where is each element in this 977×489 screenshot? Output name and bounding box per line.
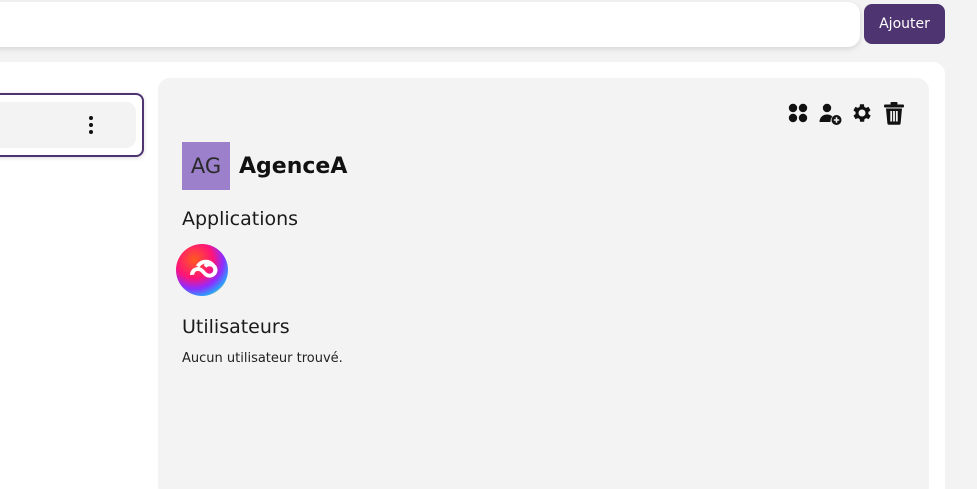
- apps-grid-icon[interactable]: [786, 101, 810, 125]
- agency-title: AgenceA: [239, 153, 348, 179]
- agency-header: AG AgenceA: [182, 142, 347, 190]
- users-empty-message: Aucun utilisateur trouvé.: [182, 351, 343, 366]
- add-button[interactable]: Ajouter: [864, 4, 945, 44]
- more-vertical-icon[interactable]: [83, 112, 99, 138]
- creative-cloud-icon[interactable]: [176, 244, 228, 296]
- search-input[interactable]: [0, 2, 860, 47]
- agency-detail-card: AG AgenceA Applications Utilisateurs Auc…: [158, 78, 929, 489]
- avatar: AG: [182, 142, 230, 190]
- detail-toolbar: [786, 101, 906, 125]
- applications-heading: Applications: [182, 208, 299, 230]
- agency-list-item[interactable]: [0, 93, 144, 157]
- page: Ajouter AG AgenceA Applications Utilisat…: [0, 0, 977, 489]
- trash-icon[interactable]: [882, 101, 906, 125]
- agency-list-item-body[interactable]: [0, 102, 136, 148]
- gear-icon[interactable]: [850, 101, 874, 125]
- add-user-icon[interactable]: [818, 101, 842, 125]
- users-heading: Utilisateurs: [182, 316, 290, 338]
